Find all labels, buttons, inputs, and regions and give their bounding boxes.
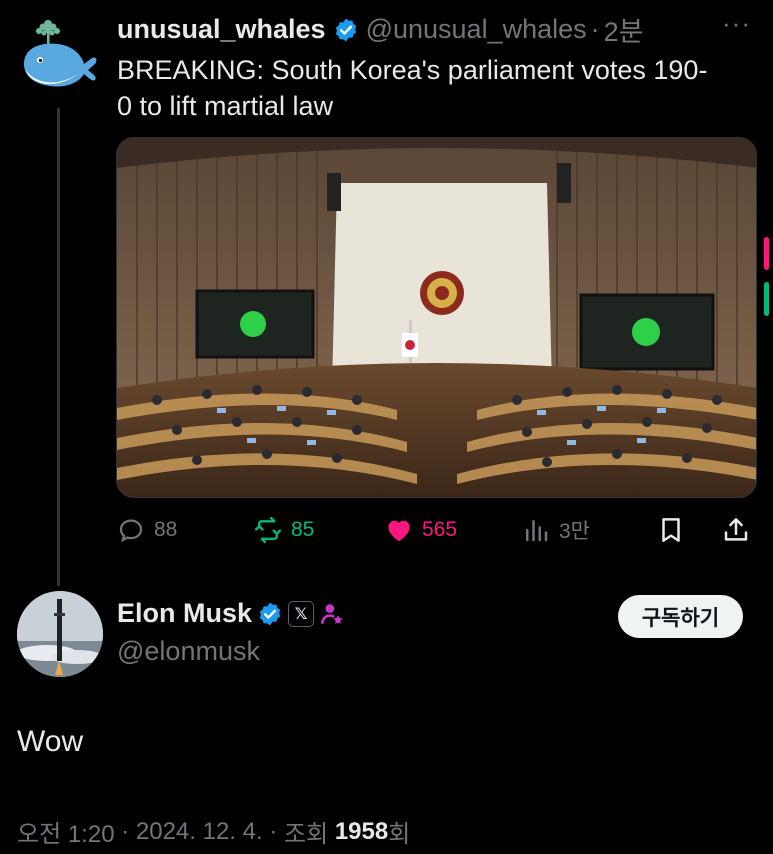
- scroll-indicator-green: [764, 282, 769, 316]
- like-button[interactable]: 565: [384, 510, 457, 550]
- views-label: 조회: [283, 821, 335, 848]
- tweet1-header: unusual_whales @unusual_whales · 2분: [117, 10, 644, 49]
- tweet-date[interactable]: 2024. 12. 4.: [136, 818, 263, 846]
- rocket-launch-photo: [17, 591, 103, 677]
- separator-dot: ·: [590, 14, 600, 44]
- whale-logo-icon: [24, 20, 97, 87]
- tweet-time[interactable]: 2분: [604, 10, 644, 49]
- like-count: 565: [422, 518, 458, 541]
- views-button[interactable]: 3만: [521, 510, 590, 550]
- author-handle[interactable]: @unusual_whales: [366, 14, 587, 45]
- subscriber-badge-icon: [320, 603, 343, 624]
- reply-count: 88: [154, 518, 178, 541]
- retweet-button[interactable]: 85: [253, 510, 314, 550]
- thread-connector-line: [57, 108, 60, 586]
- x-affiliate-badge-icon[interactable]: 𝕏: [288, 600, 315, 627]
- avatar-elon-musk[interactable]: [17, 591, 103, 677]
- separator-dot: ·: [114, 817, 136, 845]
- parliament-photo: [117, 138, 756, 497]
- verified-badge-icon: [259, 602, 281, 625]
- reply-icon: [119, 519, 143, 543]
- views-suffix: 회: [388, 821, 411, 848]
- heart-icon: [388, 520, 410, 542]
- tweet2-header: Elon Musk 𝕏: [117, 598, 345, 629]
- tweet-action-bar: 88 85 565 3만: [116, 510, 756, 550]
- tweet-timestamp[interactable]: 오전 1:20: [17, 814, 115, 849]
- more-options-button[interactable]: ···: [722, 8, 751, 39]
- reply-button[interactable]: 88: [116, 510, 177, 550]
- views-count: 3만: [559, 520, 590, 543]
- author-name[interactable]: unusual_whales: [117, 14, 326, 45]
- scroll-indicator-pink: [764, 237, 769, 270]
- share-icon: [724, 518, 748, 541]
- tweet-text: BREAKING: South Korea's parliament votes…: [117, 55, 708, 121]
- tweet-text: Wow: [17, 725, 84, 758]
- views-icon: [526, 520, 548, 542]
- views-count: 1958: [334, 817, 389, 845]
- bookmark-button[interactable]: [656, 510, 686, 550]
- tweet-metadata: 오전 1:20 · 2024. 12. 4. · 조회 1958 회: [17, 814, 410, 849]
- bookmark-icon: [662, 518, 680, 542]
- share-button[interactable]: [721, 510, 751, 550]
- subscribe-button[interactable]: 구독하기: [618, 595, 743, 638]
- retweet-count: 85: [291, 518, 315, 541]
- tweet-media-image[interactable]: [116, 137, 757, 498]
- avatar-unusual-whales[interactable]: [18, 14, 98, 94]
- separator-dot: ·: [262, 817, 284, 845]
- retweet-icon: [254, 516, 282, 544]
- author-name[interactable]: Elon Musk: [117, 598, 252, 629]
- verified-badge-icon: [335, 18, 356, 41]
- author-handle[interactable]: @elonmusk: [117, 636, 260, 667]
